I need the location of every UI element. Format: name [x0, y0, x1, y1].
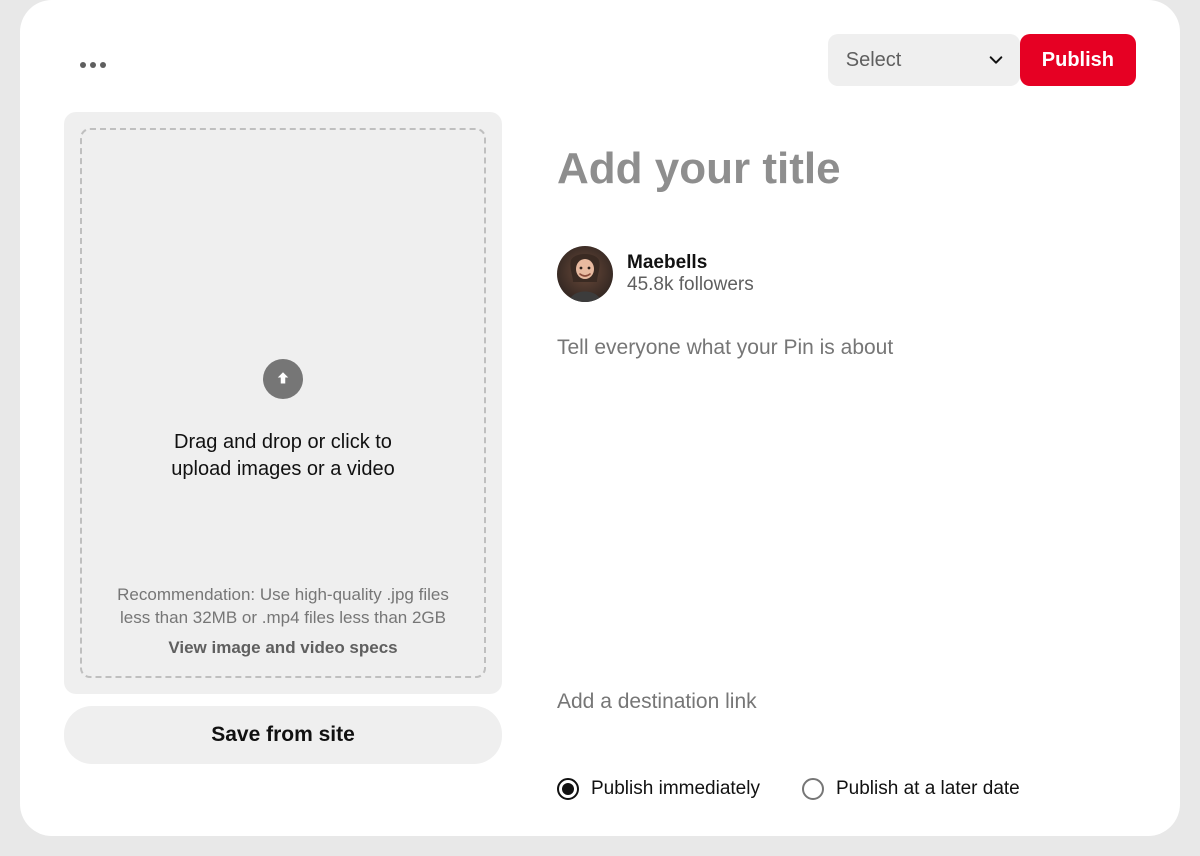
top-controls: Select Publish: [828, 34, 1136, 86]
description-input[interactable]: [557, 336, 1136, 360]
author-name: Maebells: [627, 252, 754, 274]
upload-arrow-icon: [263, 359, 303, 399]
radio-publish-later[interactable]: Publish at a later date: [802, 778, 1020, 800]
author-row: Maebells 45.8k followers: [557, 246, 1136, 302]
publish-button[interactable]: Publish: [1020, 34, 1136, 86]
radio-unchecked-icon: [802, 778, 824, 800]
radio-label: Publish immediately: [591, 778, 760, 800]
upload-dropzone[interactable]: Drag and drop or click to upload images …: [80, 128, 486, 678]
destination-link-input[interactable]: [557, 690, 1136, 714]
view-specs-link[interactable]: View image and video specs: [100, 638, 466, 658]
radio-publish-immediately[interactable]: Publish immediately: [557, 778, 760, 800]
radio-checked-icon: [557, 778, 579, 800]
title-input[interactable]: [557, 144, 1136, 194]
create-pin-card: Select Publish Drag and drop or click to…: [20, 0, 1180, 836]
radio-label: Publish at a later date: [836, 778, 1020, 800]
upload-box: Drag and drop or click to upload images …: [64, 112, 502, 694]
more-options-button[interactable]: [76, 58, 110, 72]
chevron-down-icon: [988, 52, 1004, 68]
upload-recommendation-text: Recommendation: Use high-quality .jpg fi…: [100, 584, 466, 630]
author-followers: 45.8k followers: [627, 274, 754, 296]
save-from-site-button[interactable]: Save from site: [64, 706, 502, 764]
avatar: [557, 246, 613, 302]
board-select-dropdown[interactable]: Select: [828, 34, 1020, 86]
board-select-label: Select: [846, 49, 902, 72]
upload-prompt-text: Drag and drop or click to upload images …: [143, 429, 423, 483]
schedule-radio-group: Publish immediately Publish at a later d…: [557, 778, 1136, 800]
